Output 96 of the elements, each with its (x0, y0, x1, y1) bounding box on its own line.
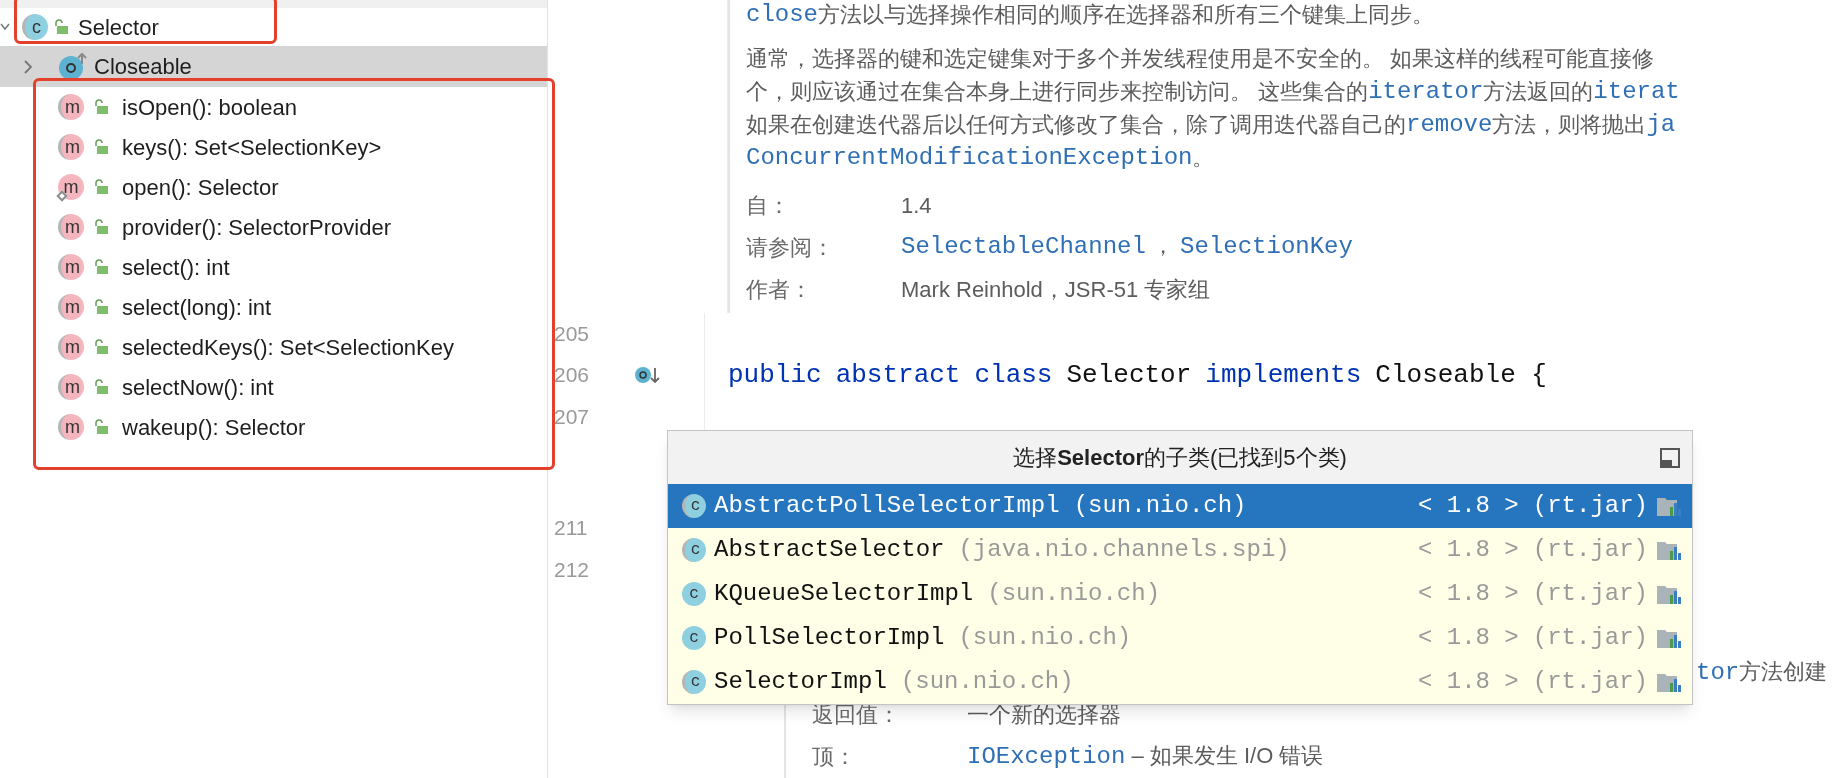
method-icon: m (58, 134, 84, 160)
class-icon: c (682, 538, 706, 562)
method-icon: m (58, 414, 84, 440)
doc-field-value: SelectableChannel ， SelectionKey (901, 232, 1353, 262)
jar-label: (rt.jar) (1532, 535, 1648, 565)
unlocked-padlock-icon (94, 259, 108, 275)
code-token: public (728, 358, 822, 392)
popup-item[interactable]: c AbstractSelector (java.nio.channels.spi) < 1.8 > (rt.jar) (668, 528, 1692, 572)
jar-label: (rt.jar) (1532, 667, 1648, 697)
library-icon (1656, 583, 1682, 605)
class-icon: c (682, 582, 706, 606)
popup-item[interactable]: c SelectorImpl (sun.nio.ch) < 1.8 > (rt.jar) (668, 660, 1692, 704)
doc-paragraph: 个，则应该通过在集合本身上进行同步来控制访问。 这些集合的iterator方法返回的iterat (746, 76, 1681, 107)
class-name: SelectorImpl (714, 667, 887, 697)
class-name: AbstractSelector (714, 535, 945, 565)
class-icon: c (682, 494, 706, 518)
doc-field-label: 返回值： (812, 701, 901, 730)
doc-field-label: 请参阅： (746, 233, 835, 262)
line-number: 206 (554, 362, 590, 389)
line-number: 212 (554, 556, 590, 583)
code-token: implements (1205, 358, 1362, 392)
unlocked-padlock-icon (94, 379, 108, 395)
version-label: < 1.8 > (1417, 667, 1519, 697)
tree-item[interactable]: isOpen(): boolean (122, 90, 297, 124)
library-icon (1656, 495, 1682, 517)
library-icon (1656, 671, 1682, 693)
package-name: (sun.nio.ch) (900, 667, 1074, 697)
code-token: class (974, 358, 1053, 392)
jar-label: (rt.jar) (1532, 623, 1648, 653)
unlocked-padlock-icon (94, 339, 108, 355)
popup-item[interactable]: c PollSelectorImpl (sun.nio.ch) < 1.8 > (rt.jar) (668, 616, 1692, 660)
tree-item[interactable]: selectNow(): int (122, 370, 274, 404)
class-icon: c (22, 14, 48, 40)
package-name: (sun.nio.ch) (958, 623, 1132, 653)
doc-paragraph: tor方法创建 (1696, 661, 1828, 685)
doc-paragraph: 通常，选择器的键和选定键集对于多个并发线程使用是不安全的。 如果这样的线程可能直接修 (746, 44, 1656, 73)
line-number: 205 (554, 321, 590, 348)
doc-field-label: 作者： (746, 275, 813, 304)
code-token: abstract (835, 358, 961, 392)
method-icon: m (58, 214, 84, 240)
doc-field-value: IOException – 如果发生 I/O 错误 (967, 742, 1324, 772)
version-label: < 1.8 > (1417, 579, 1519, 609)
code-token: Closeable { (1375, 358, 1547, 392)
unlocked-padlock-icon (94, 419, 108, 435)
unlocked-padlock-icon (94, 99, 108, 115)
popup-item[interactable]: c KQueueSelectorImpl (sun.nio.ch) < 1.8 > (rt.jar) (668, 572, 1692, 616)
unlocked-padlock-icon (94, 179, 108, 195)
tree-item[interactable]: selectedKeys(): Set<SelectionKey (122, 330, 454, 364)
library-icon (1656, 627, 1682, 649)
doc-paragraph: 如果在创建迭代器后以任何方式修改了集合，除了调用迭代器自己的 remove方法，则将抛出 ja (746, 109, 1677, 140)
doc-field-value: 一个新的选择器 (967, 701, 1121, 730)
tree-item[interactable]: Selector (78, 10, 159, 44)
jar-label: (rt.jar) (1532, 491, 1648, 521)
package-name: (java.nio.channels.spi) (958, 535, 1290, 565)
version-label: < 1.8 > (1417, 623, 1519, 653)
class-name: AbstractPollSelectorImpl (714, 491, 1060, 521)
popup-item[interactable]: c AbstractPollSelectorImpl (sun.nio.ch) < 1.8 > (rt.jar) (668, 484, 1692, 528)
library-icon (1656, 539, 1682, 561)
class-name: KQueueSelectorImpl (714, 579, 974, 609)
tree-item[interactable]: Closeable (94, 50, 192, 83)
tree-item[interactable]: provider(): SelectorProvider (122, 210, 391, 244)
line-number: 207 (554, 403, 590, 430)
unlocked-padlock-icon (94, 299, 108, 315)
method-icon: m (58, 294, 84, 320)
doc-field-value: Mark Reinhold，JSR-51 专家组 (901, 275, 1211, 304)
package-name: (sun.nio.ch) (1073, 491, 1247, 521)
line-number: 211 (554, 515, 588, 542)
tree-item[interactable]: open(): Selector (122, 170, 279, 204)
tree-item[interactable]: select(): int (122, 250, 230, 284)
method-icon: m (58, 374, 84, 400)
method-icon: m (58, 254, 84, 280)
doc-field-label: 自： (746, 191, 791, 220)
tree-item[interactable]: keys(): Set<SelectionKey> (122, 130, 382, 164)
unlocked-padlock-icon (54, 19, 68, 35)
code-token: Selector (1066, 358, 1192, 392)
version-label: < 1.8 > (1417, 535, 1519, 565)
package-name: (sun.nio.ch) (987, 579, 1161, 609)
class-icon: c (682, 626, 706, 650)
unlocked-padlock-icon (94, 219, 108, 235)
pin-icon[interactable] (1660, 447, 1680, 468)
doc-field-label: 顶： (812, 743, 857, 772)
doc-paragraph: close方法以与选择操作相同的顺序在选择器和所有三个键集上同步。 (746, 2, 1435, 28)
collapse-chevron-icon[interactable] (24, 59, 34, 74)
method-icon: m (58, 334, 84, 360)
class-icon: c (682, 670, 706, 694)
tree-item[interactable]: select(long): int (122, 290, 272, 324)
method-icon: m (58, 94, 84, 120)
tree-item[interactable]: wakeup(): Selector (122, 410, 306, 444)
jar-label: (rt.jar) (1532, 579, 1648, 609)
version-label: < 1.8 > (1417, 491, 1519, 521)
method-icon: m (58, 174, 84, 200)
unlocked-padlock-icon (94, 139, 108, 155)
class-name: PollSelectorImpl (714, 623, 945, 653)
doc-paragraph: ConcurrentModificationException。 (746, 142, 1216, 173)
popup-title: 选择Selector的子类(已找到5个类) (1013, 444, 1347, 472)
doc-field-value: 1.4 (901, 191, 932, 220)
